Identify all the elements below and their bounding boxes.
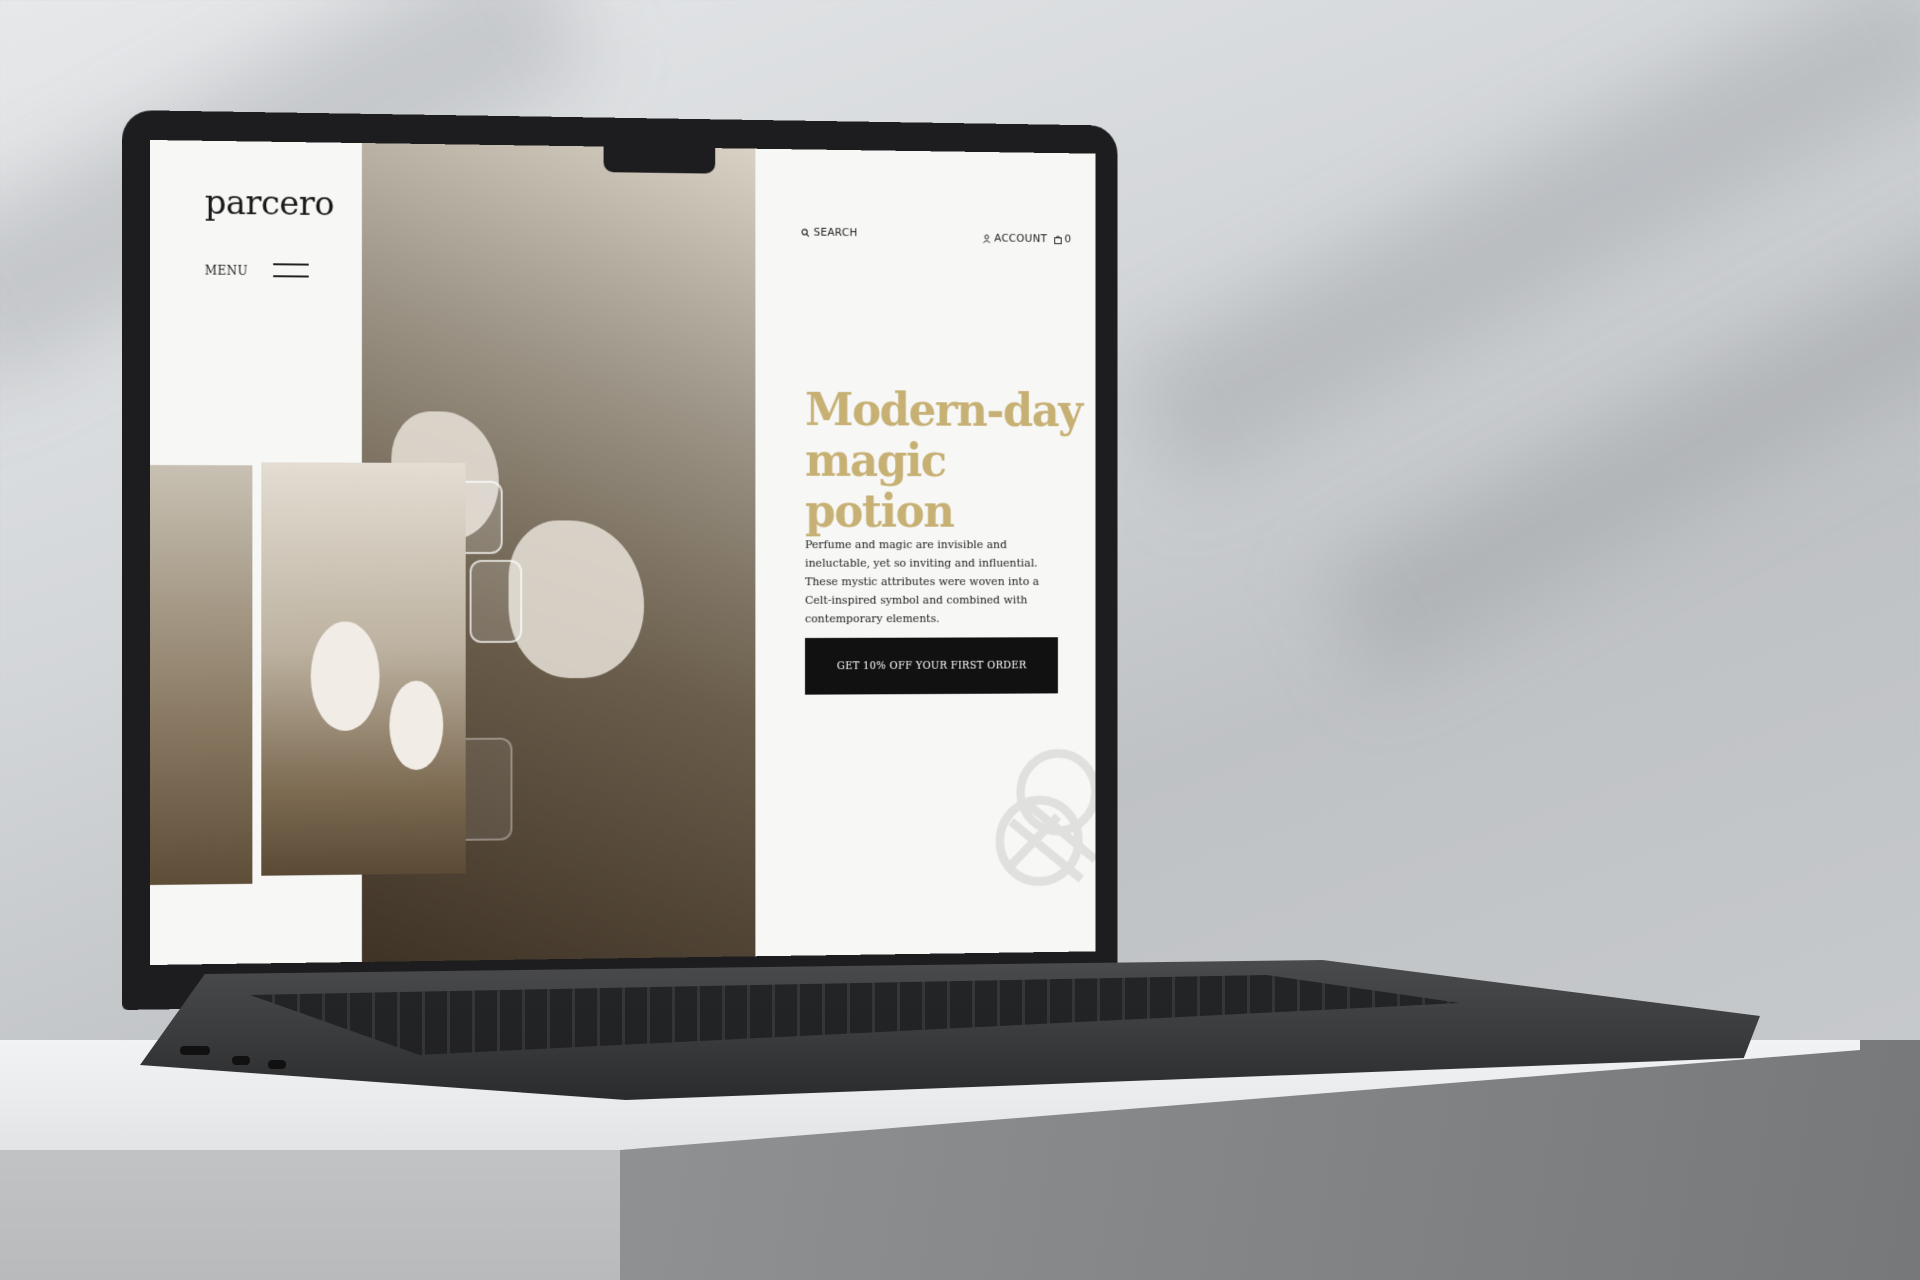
cart-icon	[1054, 235, 1061, 244]
celtic-knot-icon	[992, 743, 1095, 889]
cart-count: 0	[1064, 233, 1071, 246]
camera-notch	[604, 147, 716, 174]
account-label: ACCOUNT	[994, 232, 1047, 245]
hamburger-icon[interactable]	[273, 263, 309, 277]
cart-link[interactable]: 0	[1054, 232, 1071, 245]
glass-bottle	[470, 560, 523, 643]
hands-photo	[261, 462, 465, 875]
search-icon	[801, 228, 810, 237]
gloved-hand	[509, 520, 645, 678]
usb-c-port	[232, 1056, 250, 1065]
menu-label[interactable]: MENU	[205, 264, 248, 278]
bottles-photo	[150, 465, 252, 885]
site-logo[interactable]: parcero	[205, 183, 334, 224]
headline-line-1: Modern-day	[805, 384, 1088, 436]
account-link[interactable]: ACCOUNT	[983, 232, 1047, 245]
hero-description: Perfume and magic are invisible and inel…	[805, 535, 1060, 628]
gloved-hand	[389, 681, 443, 770]
magsafe-port	[180, 1046, 210, 1055]
search-label: SEARCH	[814, 226, 858, 239]
hero-text-panel: SEARCH ACCOUNT 0 Modern-day magic potion…	[755, 149, 1095, 932]
headline-line-2: magic potion	[805, 435, 1088, 537]
laptop-screen: parcero MENU SEARCH ACCOUNT 0 Modern-day…	[150, 140, 1095, 965]
usb-c-port	[268, 1060, 286, 1069]
hero-headline: Modern-day magic potion	[805, 384, 1088, 537]
discount-cta-button[interactable]: GET 10% OFF YOUR FIRST ORDER	[805, 637, 1058, 694]
gloved-hand	[311, 621, 380, 731]
account-icon	[983, 234, 991, 243]
search-link[interactable]: SEARCH	[801, 226, 857, 239]
